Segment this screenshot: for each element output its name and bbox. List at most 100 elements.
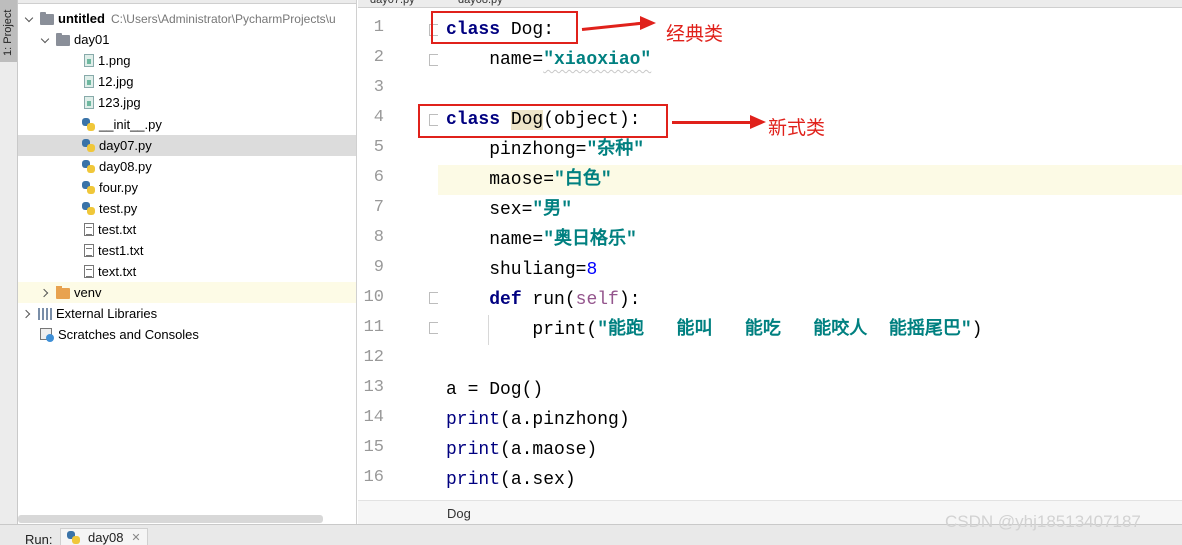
tree-item-untitled[interactable]: untitled C:\Users\Administrator\PycharmP…: [18, 8, 356, 29]
code-line-7[interactable]: sex="男": [446, 195, 572, 225]
chevron-down-icon[interactable]: [40, 34, 52, 46]
tree-item-file[interactable]: 1.png: [18, 50, 356, 71]
file-label: __init__.py: [99, 117, 162, 132]
python-file-icon: [82, 118, 95, 131]
file-label: 12.jpg: [98, 74, 134, 89]
code-line-15[interactable]: print(a.maose): [446, 435, 597, 465]
line-number: 3: [373, 78, 384, 97]
annotation-arrow-line: [672, 121, 752, 124]
tree-item-venv[interactable]: venv: [18, 282, 356, 303]
run-tab-label: day08: [88, 530, 124, 545]
file-label: 1.png: [98, 53, 131, 68]
code-line-16[interactable]: print(a.sex): [446, 465, 576, 495]
tree-item-file[interactable]: test1.txt: [18, 240, 356, 261]
line-number: 12: [363, 348, 384, 367]
text-file-icon: [84, 265, 94, 278]
file-label: 123.jpg: [98, 95, 141, 110]
image-file-icon: [84, 54, 94, 67]
line-number: 13: [363, 378, 384, 397]
folder-label: venv: [74, 285, 102, 300]
file-label: four.py: [99, 180, 139, 195]
file-label: day08.py: [99, 159, 152, 174]
code-editor[interactable]: class Dog: name="xiaoxiao" class Dog(obj…: [438, 9, 1182, 500]
tree-item-file[interactable]: __init__.py: [18, 114, 356, 135]
python-file-icon: [82, 139, 95, 152]
scratches-label: Scratches and Consoles: [58, 327, 199, 342]
file-label: test1.txt: [98, 243, 144, 258]
run-label: Run:: [25, 532, 53, 545]
folder-icon: [56, 286, 70, 299]
tree-item-file[interactable]: 12.jpg: [18, 71, 356, 92]
tree-item-file[interactable]: test.txt: [18, 219, 356, 240]
code-line-9[interactable]: shuliang=8: [446, 255, 597, 285]
horizontal-scrollbar[interactable]: [18, 515, 323, 523]
code-line-11[interactable]: print("能跑 能叫 能吃 能咬人 能摇尾巴"): [446, 315, 982, 345]
breadcrumb-item[interactable]: Dog: [447, 506, 471, 521]
line-number: 1: [373, 18, 384, 37]
annotation-label-new-style: 新式类: [768, 117, 826, 139]
project-tool-tab[interactable]: 1: Project: [0, 0, 17, 62]
python-file-icon: [82, 202, 95, 215]
tree-item-file[interactable]: day08.py: [18, 156, 356, 177]
project-panel: untitled C:\Users\Administrator\PycharmP…: [18, 0, 357, 524]
image-file-icon: [84, 75, 94, 88]
editor-tab-strip: day07.py day08.py: [358, 0, 1182, 8]
line-number: 9: [373, 258, 384, 277]
file-label: test.txt: [98, 222, 137, 237]
annotation-box-classic: [431, 11, 578, 44]
python-file-icon: [82, 181, 95, 194]
editor-tab[interactable]: day07.py: [370, 0, 415, 7]
line-number: 15: [363, 438, 384, 457]
project-tool-label: 1: Project: [2, 9, 14, 56]
tree-item-file[interactable]: 123.jpg: [18, 92, 356, 113]
tree-item-day01[interactable]: day01: [18, 29, 356, 50]
project-name: untitled: [58, 11, 105, 26]
external-libraries-label: External Libraries: [56, 306, 158, 321]
text-file-icon: [84, 244, 94, 257]
tree-item-file[interactable]: text.txt: [18, 261, 356, 282]
chevron-right-icon[interactable]: [40, 287, 52, 299]
tree-item-external-libraries[interactable]: External Libraries: [18, 303, 356, 324]
line-number: 2: [373, 48, 384, 67]
annotation-arrow-head: [640, 16, 656, 30]
code-line-8[interactable]: name="奥日格乐": [446, 225, 637, 255]
file-label: text.txt: [98, 264, 137, 279]
chevron-right-icon[interactable]: [22, 308, 34, 320]
python-file-icon: [82, 160, 95, 173]
line-number: 6: [373, 168, 384, 187]
code-line-14[interactable]: print(a.pinzhong): [446, 405, 630, 435]
annotation-arrow-head: [750, 115, 766, 129]
code-line-2[interactable]: name="xiaoxiao": [446, 45, 651, 75]
file-label: day07.py: [99, 138, 152, 153]
project-panel-header: [18, 0, 356, 4]
python-file-icon: [67, 531, 80, 544]
scratches-icon: [40, 327, 54, 342]
run-tab-day08[interactable]: day08 ✕: [60, 528, 148, 545]
line-number: 11: [363, 318, 384, 337]
close-icon[interactable]: ✕: [131, 531, 140, 544]
watermark: CSDN @yhj18513407187: [945, 512, 1141, 531]
line-number: 7: [373, 198, 384, 217]
annotation-box-new-style: [418, 104, 668, 138]
code-line-5[interactable]: pinzhong="杂种": [446, 135, 644, 165]
library-icon: [38, 307, 52, 320]
line-number: 5: [373, 138, 384, 157]
editor-tab-active[interactable]: day08.py: [458, 0, 503, 7]
chevron-down-icon[interactable]: [24, 13, 36, 25]
tree-item-file[interactable]: four.py: [18, 177, 356, 198]
code-line-10[interactable]: def run(self):: [446, 285, 640, 315]
line-number: 14: [363, 408, 384, 427]
line-number: 16: [363, 468, 384, 487]
text-file-icon: [84, 223, 94, 236]
image-file-icon: [84, 96, 94, 109]
code-line-6[interactable]: maose="白色": [446, 165, 611, 195]
line-number: 10: [363, 288, 384, 307]
line-number: 4: [373, 108, 384, 127]
tree-item-file-selected[interactable]: day07.py: [18, 135, 356, 156]
annotation-label-classic: 经典类: [666, 23, 724, 45]
folder-icon: [56, 33, 70, 46]
tree-item-file[interactable]: test.py: [18, 198, 356, 219]
folder-label: day01: [74, 32, 110, 47]
code-line-13[interactable]: a = Dog(): [446, 375, 543, 405]
tree-item-scratches[interactable]: Scratches and Consoles: [18, 324, 356, 345]
